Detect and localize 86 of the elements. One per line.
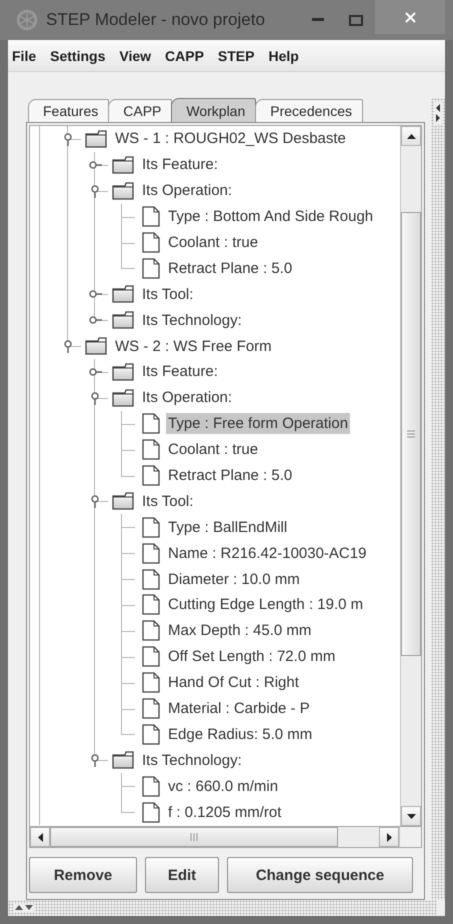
menu-item[interactable]: Settings — [50, 48, 106, 64]
app-icon — [16, 9, 38, 31]
folder-icon — [112, 492, 134, 510]
tree-item[interactable]: Diameter : 10.0 mm — [166, 568, 302, 590]
menu-item[interactable]: File — [12, 48, 36, 64]
tree-item[interactable]: f : 0.1205 mm/rot — [166, 802, 284, 823]
folder-icon — [85, 130, 107, 148]
tab[interactable]: Features — [28, 99, 110, 122]
menu-item[interactable]: STEP — [218, 48, 254, 64]
document-icon — [142, 413, 160, 434]
menu-item[interactable]: View — [119, 48, 152, 64]
tree-item[interactable]: Its Feature: — [140, 154, 220, 176]
tree-item[interactable]: WS - 2 : WS Free Form — [113, 336, 274, 357]
tree-item[interactable]: WS - 1 : ROUGH02_WS Desbaste — [113, 128, 348, 150]
scrollbar-thumb[interactable] — [401, 212, 422, 656]
tree-item[interactable]: Its Tool: — [140, 284, 196, 305]
minimize-icon — [312, 18, 324, 22]
document-icon — [142, 776, 160, 797]
menu-item[interactable]: Help — [268, 48, 299, 64]
folder-icon — [112, 751, 134, 770]
up-arrow-icon — [406, 134, 416, 138]
tab[interactable]: Precedences — [255, 99, 363, 122]
tree-item[interactable]: Material : Carbide - P — [166, 698, 312, 720]
down-arrow-icon — [406, 814, 416, 818]
tree-item[interactable]: Type : Free form Operation — [166, 413, 350, 434]
tab-scroll-icon[interactable] — [434, 102, 442, 124]
document-icon — [142, 646, 160, 668]
right-arrow-icon — [386, 832, 392, 842]
tree-item[interactable]: Its Technology: — [140, 750, 244, 771]
scroll-right-button[interactable] — [379, 827, 400, 847]
scrollbar-thumb[interactable] — [50, 827, 338, 847]
tree-item[interactable]: Edge Radius: 5.0 mm — [166, 724, 314, 745]
folder-icon — [112, 362, 134, 381]
tree-item[interactable]: Its Feature: — [140, 361, 220, 382]
tree-item[interactable]: Max Depth : 45.0 mm — [166, 620, 314, 642]
document-icon — [142, 232, 160, 253]
tree-item[interactable]: Cutting Edge Length : 19.0 m — [166, 594, 366, 616]
tree-item[interactable]: Its Operation: — [140, 387, 234, 408]
document-icon — [142, 516, 160, 538]
grip-icon — [407, 430, 416, 438]
tab[interactable]: CAPP — [108, 99, 172, 122]
folder-icon — [112, 388, 134, 407]
tree-item[interactable]: Retract Plane : 5.0 — [166, 465, 294, 486]
tree-item[interactable]: Type : Bottom And Side Rough — [166, 206, 376, 228]
action-button[interactable]: Change sequence — [227, 857, 413, 893]
tree-item[interactable]: Retract Plane : 5.0 — [166, 258, 294, 279]
document-icon — [142, 258, 160, 279]
document-icon — [142, 724, 160, 745]
left-arrow-icon — [38, 832, 42, 842]
folder-icon — [85, 337, 107, 356]
tree-item[interactable]: Its Tool: — [140, 490, 196, 512]
tab[interactable]: Workplan — [171, 98, 256, 122]
document-icon — [142, 620, 160, 642]
document-icon — [142, 672, 160, 694]
document-icon — [142, 568, 160, 590]
folder-icon — [112, 182, 134, 200]
tree-item[interactable]: Type : BallEndMill — [166, 516, 290, 538]
close-icon — [404, 12, 416, 22]
window-title: STEP Modeler - novo projeto — [46, 10, 266, 30]
document-icon — [142, 698, 160, 720]
grip-icon — [190, 833, 198, 841]
scroll-down-button[interactable] — [401, 806, 422, 826]
document-icon — [142, 206, 160, 228]
tree-item[interactable]: Off Set Length : 72.0 mm — [166, 646, 338, 668]
tree-item[interactable]: Coolant : true — [166, 439, 260, 460]
document-icon — [142, 439, 160, 460]
maximize-icon — [349, 14, 363, 26]
document-icon — [142, 594, 160, 616]
document-icon — [142, 465, 160, 486]
tree-item[interactable]: Its Technology: — [140, 310, 244, 331]
tree-item[interactable]: Hand Of Cut : Right — [166, 672, 301, 694]
scroll-up-button[interactable] — [401, 126, 422, 146]
tree-item[interactable]: Coolant : true — [166, 232, 260, 253]
scroll-left-button[interactable] — [30, 827, 50, 847]
folder-icon — [112, 285, 134, 304]
tree-item[interactable]: Its Operation: — [140, 180, 234, 202]
menu-item[interactable]: CAPP — [165, 48, 204, 64]
split-arrows-icon[interactable] — [14, 904, 34, 912]
action-button[interactable]: Edit — [145, 857, 219, 893]
tree-item[interactable]: Name : R216.42-10030-AC19 — [166, 542, 368, 564]
action-button[interactable]: Remove — [29, 857, 137, 893]
document-icon — [142, 802, 160, 823]
tree-item[interactable]: vc : 660.0 m/min — [166, 776, 280, 797]
folder-icon — [112, 311, 134, 330]
document-icon — [142, 542, 160, 564]
folder-icon — [112, 156, 134, 174]
